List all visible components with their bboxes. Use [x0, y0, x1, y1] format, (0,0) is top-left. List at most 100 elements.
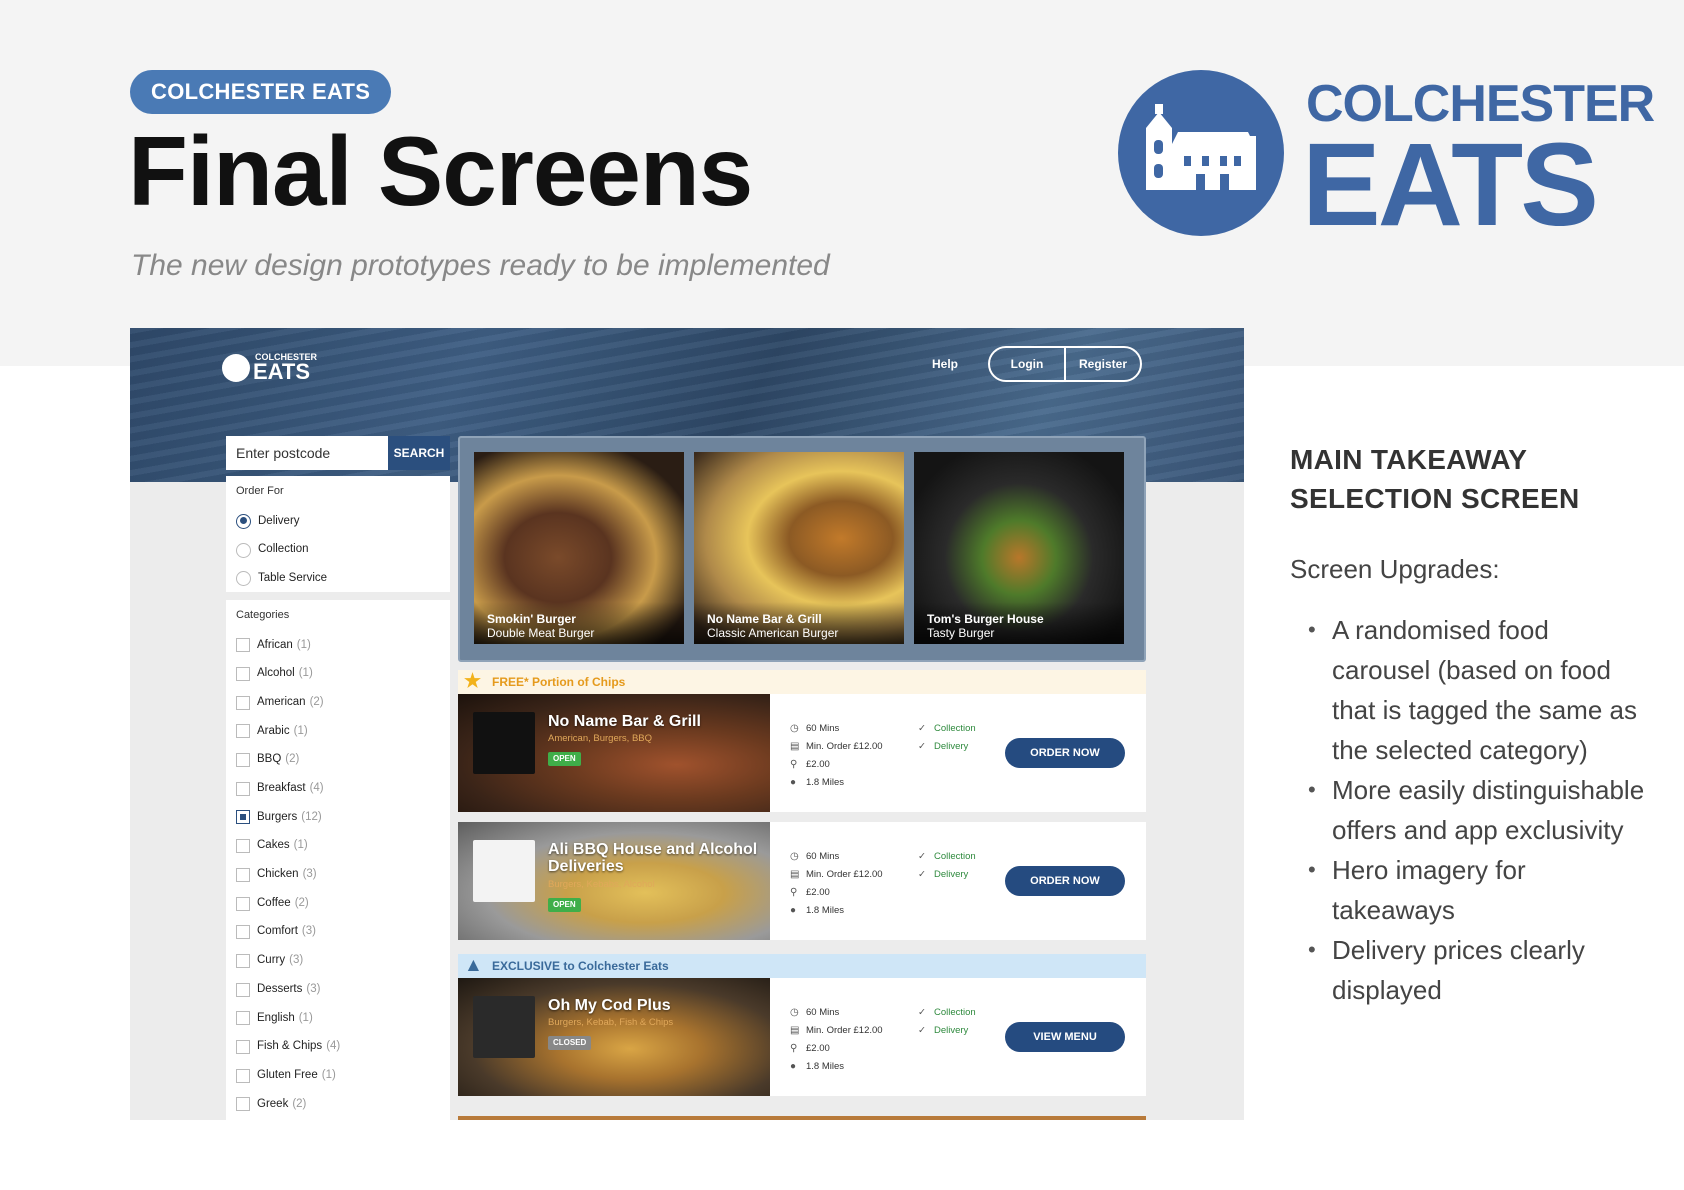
- clock-icon: ◷: [790, 723, 799, 734]
- order-option-delivery[interactable]: Delivery: [236, 507, 440, 536]
- list-item: More easily distinguishable offers and a…: [1308, 770, 1648, 850]
- category-label: Gluten Free: [257, 1068, 318, 1081]
- category-item[interactable]: BBQ (2): [236, 746, 440, 775]
- restaurant-card[interactable]: Oh My Cod Plus Burgers, Kebab, Fish & Chi…: [458, 978, 1146, 1096]
- category-item[interactable]: Curry (3): [236, 947, 440, 976]
- location-icon: ●: [790, 777, 797, 788]
- bike-icon: ⚲: [790, 1043, 798, 1054]
- receipt-icon: ▤: [790, 741, 800, 752]
- checkbox[interactable]: [236, 1039, 250, 1054]
- category-count: (1): [296, 638, 311, 651]
- category-item[interactable]: African (1): [236, 631, 440, 660]
- restaurant-card[interactable]: Ali BBQ House and Alcohol Deliveries Burg…: [458, 822, 1146, 940]
- category-item[interactable]: Fish & Chips (4): [236, 1033, 440, 1062]
- category-label: Alcohol: [257, 667, 295, 680]
- carousel-card[interactable]: Tom's Burger House Tasty Burger: [914, 452, 1124, 644]
- category-item[interactable]: Arabic (1): [236, 717, 440, 746]
- radio-button[interactable]: [236, 513, 251, 529]
- category-item[interactable]: Gluten Free (1): [236, 1061, 440, 1090]
- category-item[interactable]: Coffee (2): [236, 889, 440, 918]
- check-icon: ✓: [918, 741, 926, 753]
- distance: 1.8 Miles: [806, 1061, 845, 1073]
- category-label: Chicken: [257, 868, 299, 881]
- category-count: (2): [294, 896, 309, 909]
- register-button[interactable]: Register: [1066, 348, 1140, 380]
- category-count: (4): [309, 782, 324, 795]
- checkbox[interactable]: [236, 867, 250, 882]
- delivery-time: 60 Mins: [806, 851, 840, 863]
- restaurant-logo: [473, 712, 535, 774]
- radio-button[interactable]: [236, 542, 251, 558]
- church-icon: [222, 354, 250, 382]
- checkbox[interactable]: [236, 839, 250, 854]
- order-option-table-service[interactable]: Table Service: [236, 564, 440, 593]
- order-now-button[interactable]: ORDER NOW: [1005, 866, 1125, 896]
- order-option-collection[interactable]: Collection: [236, 536, 440, 565]
- restaurant-logo: [473, 840, 535, 902]
- category-item[interactable]: Desserts (3): [236, 975, 440, 1004]
- bike-icon: ⚲: [790, 759, 798, 770]
- checkbox[interactable]: [236, 1097, 250, 1112]
- order-for-panel: Order For Delivery Collection Table Servic…: [226, 476, 450, 592]
- checkbox[interactable]: [236, 810, 250, 825]
- radio-button[interactable]: [236, 571, 251, 587]
- view-menu-button[interactable]: VIEW MENU: [1005, 1022, 1125, 1052]
- checkbox[interactable]: [236, 1011, 250, 1026]
- category-item[interactable]: Comfort (3): [236, 918, 440, 947]
- checkbox[interactable]: [236, 982, 250, 997]
- list-item: A randomised food carousel (based on foo…: [1308, 610, 1648, 770]
- list-item: Hero imagery for takeaways: [1308, 850, 1648, 930]
- checkbox[interactable]: [236, 695, 250, 710]
- offer-text: FREE* Portion of Chips: [492, 675, 626, 689]
- category-item[interactable]: Alcohol (1): [236, 660, 440, 689]
- carousel-dish: Classic American Burger: [707, 626, 839, 641]
- notes-list: A randomised food carousel (based on foo…: [1308, 610, 1648, 1010]
- category-count: (1): [298, 1011, 313, 1024]
- category-label: BBQ: [257, 753, 282, 766]
- restaurant-name: Ali BBQ House and Alcohol Deliveries: [548, 841, 758, 875]
- checkbox[interactable]: [236, 925, 250, 940]
- status-badge: CLOSED: [548, 1036, 592, 1050]
- restaurant-logo: [473, 996, 535, 1058]
- bag-icon: ▲: [464, 955, 483, 976]
- carousel-card[interactable]: No Name Bar & Grill Classic American Burg…: [694, 452, 904, 644]
- carousel-dish: Double Meat Burger: [487, 626, 595, 641]
- category-item[interactable]: Chicken (3): [236, 861, 440, 890]
- carousel-card[interactable]: Smokin' Burger Double Meat Burger: [474, 452, 684, 644]
- search-button[interactable]: SEARCH: [388, 436, 450, 470]
- checkbox[interactable]: [236, 753, 250, 768]
- collection-available: Collection: [934, 723, 976, 735]
- checkbox[interactable]: [236, 953, 250, 968]
- checkbox[interactable]: [236, 1068, 250, 1083]
- order-now-button[interactable]: ORDER NOW: [1005, 738, 1125, 768]
- category-label: Fish & Chips: [257, 1040, 323, 1053]
- food-carousel: Smokin' Burger Double Meat Burger No Name…: [458, 436, 1146, 662]
- checkbox[interactable]: [236, 638, 250, 653]
- category-item[interactable]: Greek (2): [236, 1090, 440, 1119]
- delivery-fee: £2.00: [806, 887, 830, 899]
- category-label: Greek: [257, 1097, 289, 1110]
- restaurant-info: ◷ 60 Mins ▤ Min. Order £12.00 ⚲ £2.00 ● 1.8 Mil…: [790, 720, 883, 792]
- restaurant-name: No Name Bar & Grill: [548, 713, 701, 730]
- category-item[interactable]: Breakfast (4): [236, 774, 440, 803]
- check-icon: ✓: [918, 1025, 926, 1037]
- app-logo[interactable]: COLCHESTER EATS: [222, 350, 322, 386]
- help-link[interactable]: Help: [932, 358, 958, 370]
- postcode-input[interactable]: Enter postcode: [226, 436, 388, 470]
- notes-subheading: Screen Upgrades:: [1290, 554, 1500, 584]
- app-mockup: COLCHESTER EATS Help Login Register Ente…: [130, 328, 1244, 1120]
- category-item[interactable]: Cakes (1): [236, 832, 440, 861]
- star-icon: ★: [464, 671, 482, 692]
- category-item[interactable]: Burgers (12): [236, 803, 440, 832]
- category-item[interactable]: English (1): [236, 1004, 440, 1033]
- checkbox[interactable]: [236, 724, 250, 739]
- checkbox[interactable]: [236, 781, 250, 796]
- restaurant-card[interactable]: No Name Bar & Grill American, Burgers, BB…: [458, 694, 1146, 812]
- category-item[interactable]: American (2): [236, 688, 440, 717]
- status-badge: OPEN: [548, 898, 581, 912]
- checkbox[interactable]: [236, 667, 250, 682]
- checkbox[interactable]: [236, 896, 250, 911]
- login-button[interactable]: Login: [990, 348, 1066, 380]
- clock-icon: ◷: [790, 851, 799, 862]
- category-label: Curry: [257, 954, 286, 967]
